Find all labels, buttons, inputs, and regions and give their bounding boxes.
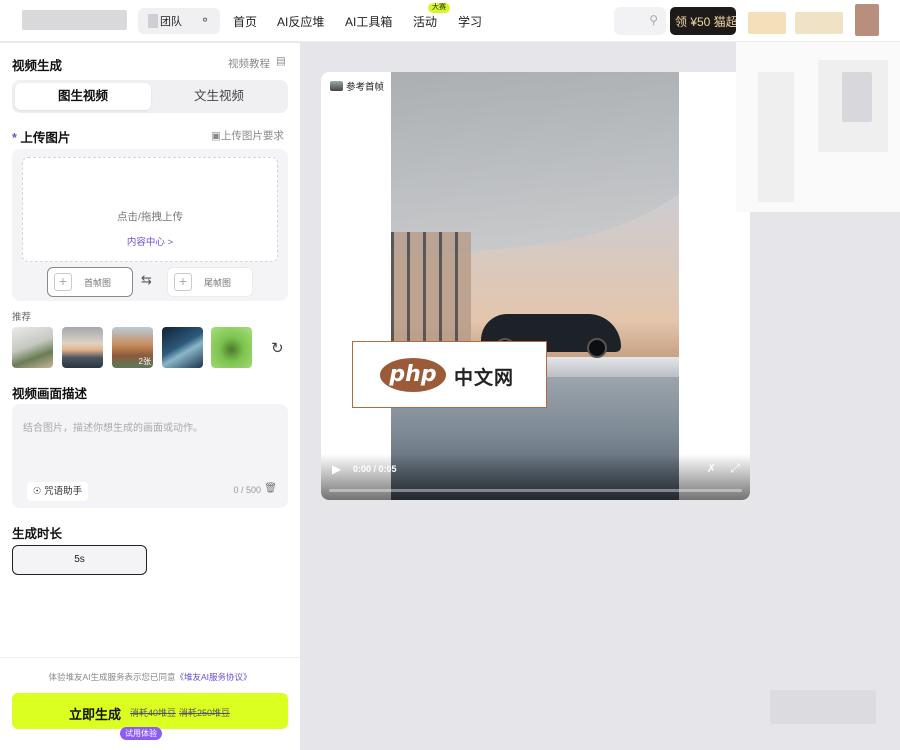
plus-icon: + <box>54 273 72 291</box>
description-input[interactable]: 结合图片，描述你想生成的画面或动作。 ☉ 咒语助手 0 / 500 🗑 <box>12 404 288 508</box>
watermark: php 中文网 <box>352 341 547 408</box>
add-member-icon[interactable]: ⚬ <box>200 13 210 27</box>
refresh-icon[interactable]: ↻ <box>271 339 284 357</box>
description-title: 视频画面描述 <box>12 387 88 401</box>
panel-title: 视频生成 <box>12 59 63 73</box>
first-frame-button[interactable]: + 首帧图 <box>47 267 133 297</box>
thumbnail-count-badge: 2张 <box>138 357 151 366</box>
thumbnail-icon <box>330 81 343 91</box>
mode-tabs: 图生视频 文生视频 <box>12 80 288 113</box>
char-counter: 0 / 500 <box>233 485 261 495</box>
last-frame-label: 尾帧图 <box>204 278 232 288</box>
video-controls: ▶ 0:00 / 0:05 ✗ ⤢ <box>321 454 750 500</box>
duration-option[interactable]: 5s <box>12 545 147 575</box>
video-frame <box>391 72 679 500</box>
generation-panel: 视频生成 视频教程 ▤ 图生视频 文生视频 * 上传图片 ▣上传图片要求 点击/… <box>0 43 300 750</box>
coupon-label: 领 ¥50 猫超 <box>675 14 736 29</box>
description-placeholder: 结合图片，描述你想生成的画面或动作。 <box>23 423 203 434</box>
video-time: 0:00 / 0:05 <box>353 464 397 474</box>
team-label: 团队 <box>160 16 182 28</box>
reference-frame-label: 参考首帧 <box>346 82 385 93</box>
swap-frames-icon[interactable]: ⇆ <box>141 272 152 288</box>
search-icon: ⚲ <box>649 13 658 27</box>
content-center-link[interactable]: 内容中心 > <box>23 234 277 248</box>
image-icon: ▣ <box>211 130 221 142</box>
activity-badge: 大赛 <box>428 3 450 13</box>
fullscreen-icon[interactable]: ⤢ <box>730 461 740 476</box>
recommend-thumbnail[interactable] <box>12 327 53 368</box>
upload-hint: 点击/拖拽上传 <box>117 211 183 223</box>
recommend-thumbnail[interactable] <box>62 327 103 368</box>
cost-label: 消耗40堆豆 <box>130 708 177 718</box>
watermark-text: 中文网 <box>454 368 515 389</box>
play-icon[interactable]: ▶ <box>332 462 341 476</box>
user-area-2[interactable] <box>795 12 843 34</box>
original-cost-label: 消耗250堆豆 <box>179 708 231 718</box>
book-icon[interactable]: ▤ <box>276 55 286 67</box>
first-frame-label: 首帧图 <box>84 278 112 288</box>
top-bar: 团队 ⚬ 首页 AI反应堆 AI工具箱 活动 大赛 学习 ⚲ 领 ¥50 猫超 <box>0 0 900 42</box>
upload-requirements-label: 上传图片要求 <box>220 130 284 142</box>
bulb-icon: ☉ <box>33 486 45 497</box>
divider <box>0 657 300 658</box>
tutorial-link[interactable]: 视频教程 <box>228 56 270 71</box>
logo[interactable] <box>22 10 127 30</box>
floating-widget[interactable] <box>770 690 876 724</box>
reference-frame-tag: 参考首帧 <box>327 78 390 98</box>
prompt-assistant-label: 咒语助手 <box>44 486 83 497</box>
recommend-label: 推荐 <box>12 312 32 323</box>
upload-title-text: 上传图片 <box>20 131 71 145</box>
tab-text-to-video[interactable]: 文生视频 <box>151 83 287 110</box>
nav-home[interactable]: 首页 <box>233 13 257 30</box>
avatar[interactable] <box>855 4 879 36</box>
team-switcher[interactable]: 团队 ⚬ <box>138 8 220 34</box>
watermark-logo: php <box>380 358 446 392</box>
nav-ai-toolbox[interactable]: AI工具箱 <box>345 13 392 30</box>
upload-dropzone[interactable]: 点击/拖拽上传 内容中心 > <box>22 157 278 262</box>
video-progress-bar[interactable] <box>329 489 742 492</box>
recommend-thumbnail[interactable]: 2张 <box>112 327 153 368</box>
mute-icon[interactable]: ✗ <box>707 462 716 475</box>
floating-panel <box>736 42 900 212</box>
nav-ai-reactor[interactable]: AI反应堆 <box>277 13 324 30</box>
generate-label: 立即生成 <box>69 707 122 722</box>
nav-learn[interactable]: 学习 <box>458 13 482 30</box>
video-preview[interactable]: 参考首帧 ▶ 0:00 / 0:05 ✗ ⤢ <box>321 72 750 500</box>
recommend-thumbnail[interactable] <box>162 327 203 368</box>
duration-title: 生成时长 <box>12 527 63 541</box>
search-button[interactable]: ⚲ <box>614 7 666 35</box>
nav-activity[interactable]: 活动 <box>413 13 437 30</box>
agreement-link[interactable]: 《堆友AI服务协议》 <box>176 672 252 682</box>
team-avatar <box>148 14 158 28</box>
trash-icon[interactable]: 🗑 <box>264 483 277 494</box>
plus-icon: + <box>174 273 192 291</box>
recommend-thumbnail[interactable] <box>211 327 252 368</box>
prompt-assistant-button[interactable]: ☉ 咒语助手 <box>27 482 89 501</box>
user-area[interactable] <box>748 12 786 34</box>
tab-image-to-video[interactable]: 图生视频 <box>15 83 151 110</box>
agreement-text: 体验堆友AI生成服务表示您已同意《堆友AI服务协议》 <box>0 671 300 683</box>
last-frame-button[interactable]: + 尾帧图 <box>167 267 253 297</box>
coupon-button[interactable]: 领 ¥50 猫超 <box>670 7 736 35</box>
agreement-prefix: 体验堆友AI生成服务表示您已同意 <box>48 672 176 682</box>
upload-requirements-link[interactable]: ▣上传图片要求 <box>211 128 284 143</box>
upload-title: * 上传图片 <box>12 127 70 146</box>
trial-badge: 试用体验 <box>120 727 162 740</box>
generate-button[interactable]: 立即生成 消耗40堆豆 消耗250堆豆 <box>12 693 288 729</box>
